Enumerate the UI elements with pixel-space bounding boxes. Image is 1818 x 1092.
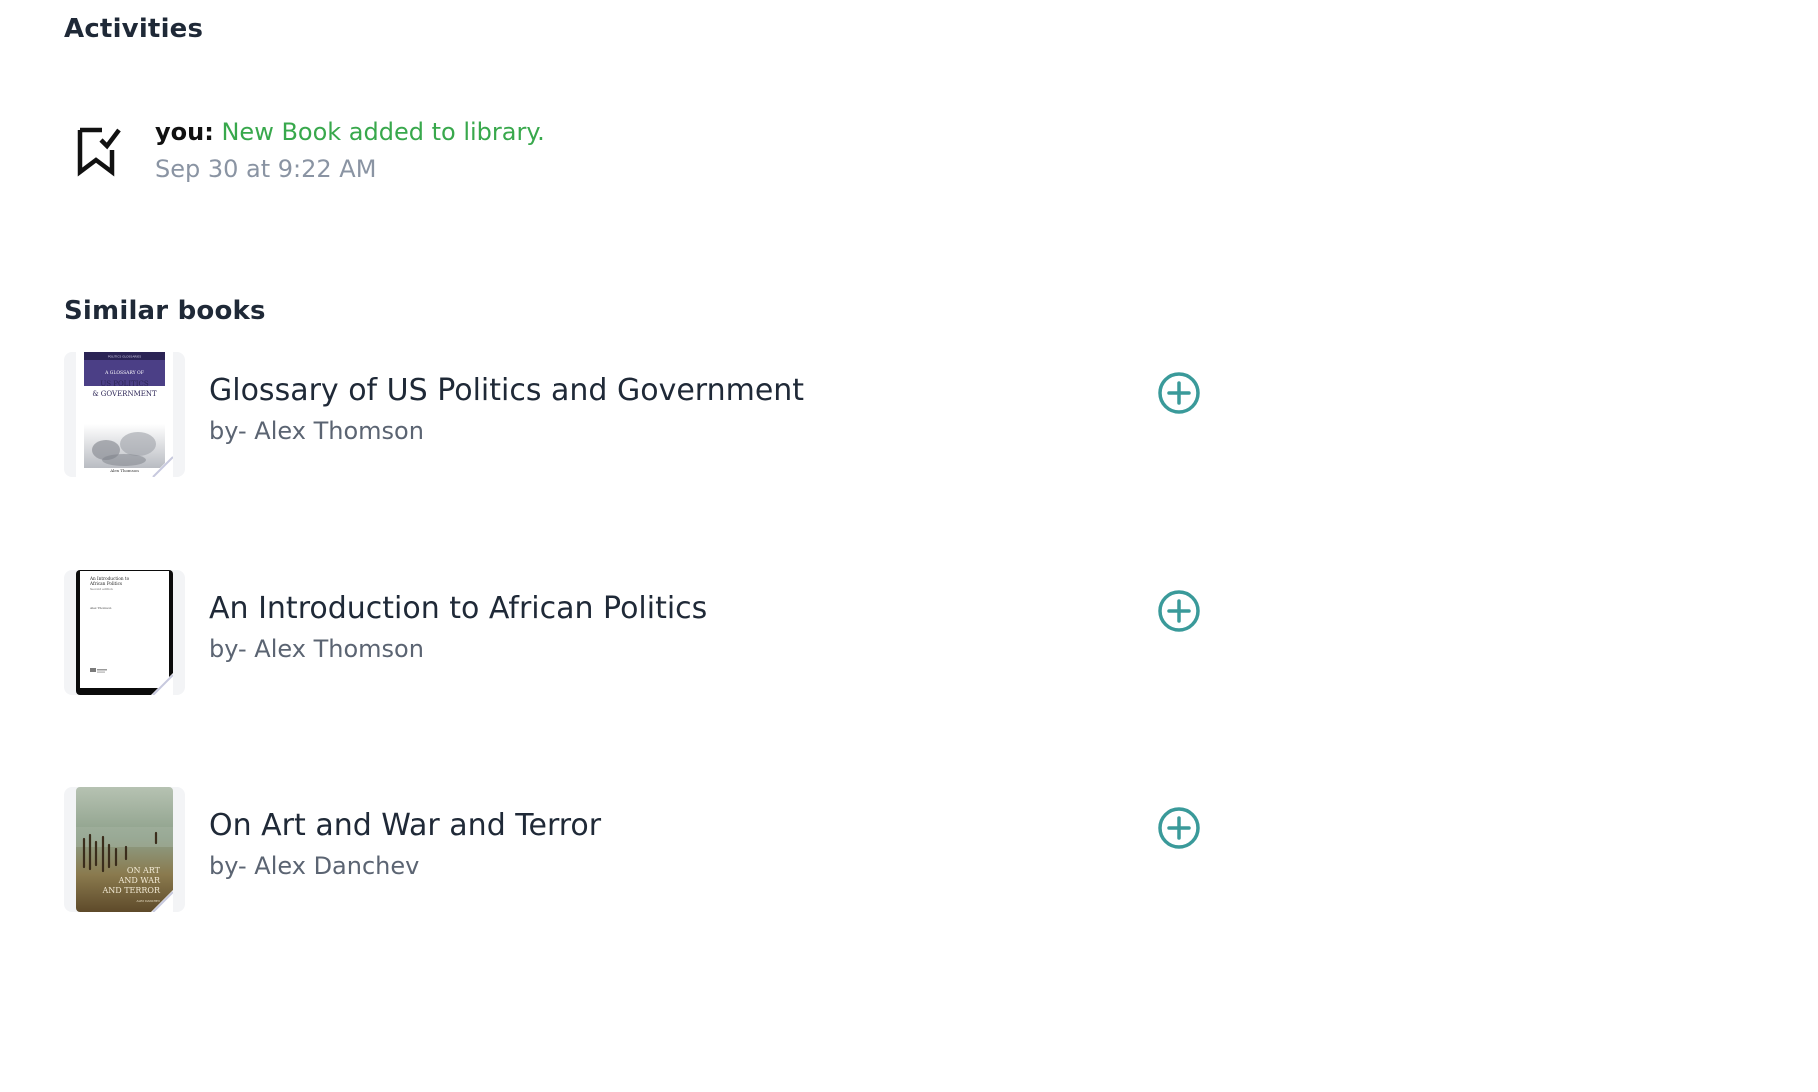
book-cover-frame: ON ART AND WAR AND TERROR ALEX DANCHEV xyxy=(64,787,185,912)
book-title[interactable]: Glossary of US Politics and Government xyxy=(209,372,804,410)
book-cover-frame: POLITICS GLOSSARIES A GLOSSARY OF US POL… xyxy=(64,352,185,477)
page-curl-icon xyxy=(151,890,173,912)
book-title[interactable]: On Art and War and Terror xyxy=(209,807,601,845)
cover-line2: African Politics xyxy=(89,581,122,586)
plus-circle-icon xyxy=(1158,590,1200,632)
activities-heading: Activities xyxy=(64,14,204,44)
page: Activities you: New Book added to librar… xyxy=(0,0,1818,1092)
book-cover-glossary[interactable]: POLITICS GLOSSARIES A GLOSSARY OF US POL… xyxy=(76,352,173,477)
add-book-button[interactable] xyxy=(1156,370,1202,416)
activity-timestamp: Sep 30 at 9:22 AM xyxy=(155,155,377,183)
page-curl-icon xyxy=(151,673,173,695)
cover-edition: Second edition xyxy=(90,587,113,591)
book-cover-african-politics[interactable]: An Introduction to African Politics Seco… xyxy=(76,570,173,695)
book-cover-frame: An Introduction to African Politics Seco… xyxy=(64,570,185,695)
book-author: by- Alex Thomson xyxy=(209,417,424,445)
cover-line3: & GOVERNMENT xyxy=(92,390,157,398)
cover-line1: ON ART xyxy=(127,866,161,875)
plus-circle-icon xyxy=(1158,372,1200,414)
cover-line1: A GLOSSARY OF xyxy=(104,370,144,376)
cover-author: Alex Thomson xyxy=(109,468,139,473)
similar-book-item[interactable]: ON ART AND WAR AND TERROR ALEX DANCHEV O… xyxy=(64,787,1214,917)
bookmark-check-icon xyxy=(72,122,128,178)
activity-text: you: New Book added to library. Sep 30 a… xyxy=(155,116,545,184)
similar-books-heading: Similar books xyxy=(64,296,266,326)
add-book-button[interactable] xyxy=(1156,805,1202,851)
activity-message: New Book added to library. xyxy=(221,118,545,146)
cover-author: Alex Thomson xyxy=(89,606,111,610)
cover-line2: US POLITICS xyxy=(100,380,149,388)
book-cover-art-war-terror[interactable]: ON ART AND WAR AND TERROR ALEX DANCHEV xyxy=(76,787,173,912)
similar-book-item[interactable]: POLITICS GLOSSARIES A GLOSSARY OF US POL… xyxy=(64,352,1214,482)
cover-series: POLITICS GLOSSARIES xyxy=(108,355,141,359)
activity-actor: you: xyxy=(155,118,214,146)
page-curl-icon xyxy=(151,455,173,477)
plus-circle-icon xyxy=(1158,807,1200,849)
similar-book-item[interactable]: An Introduction to African Politics Seco… xyxy=(64,570,1214,700)
cover-line2: AND WAR xyxy=(118,876,161,885)
book-author: by- Alex Thomson xyxy=(209,635,424,663)
add-book-button[interactable] xyxy=(1156,588,1202,634)
activity-item: you: New Book added to library. Sep 30 a… xyxy=(64,116,764,196)
activity-line: you: New Book added to library. xyxy=(155,116,545,148)
book-title[interactable]: An Introduction to African Politics xyxy=(209,590,707,628)
book-author: by- Alex Danchev xyxy=(209,852,420,880)
